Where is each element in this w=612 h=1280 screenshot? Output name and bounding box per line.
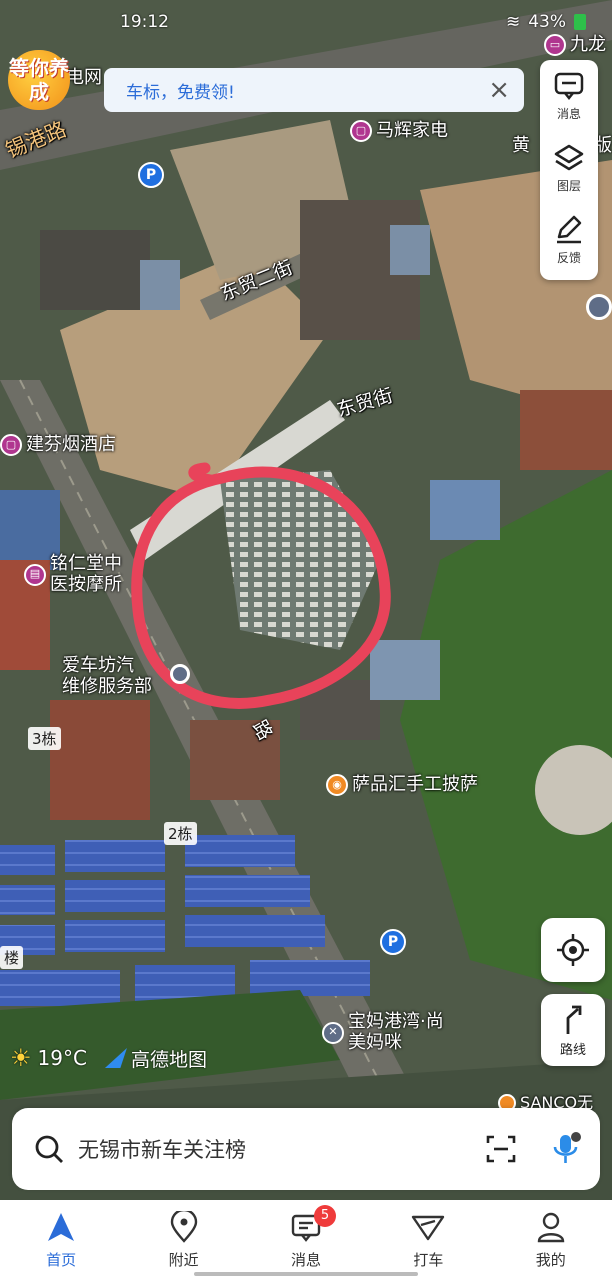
message-count-badge: 5	[313, 1204, 336, 1227]
taxi-icon	[412, 1215, 445, 1240]
poi-huang[interactable]: 黄	[512, 135, 530, 157]
sun-icon: ☀	[10, 1044, 32, 1072]
scan-icon[interactable]	[486, 1134, 516, 1164]
location-pin-icon	[170, 1210, 197, 1243]
massage-icon: ▤	[24, 563, 46, 586]
crosshair-icon	[557, 934, 589, 966]
nav-home-label: 首页	[46, 1250, 77, 1269]
message-icon	[554, 72, 584, 100]
amap-arrow-icon	[104, 1048, 127, 1068]
tool-layers-label: 图层	[556, 178, 581, 193]
poi-jianfen[interactable]: ▢ 建芬烟酒店	[0, 434, 116, 456]
layers-icon	[554, 144, 584, 170]
promo-badge[interactable]: 等你养成	[8, 50, 70, 110]
amap-brand: 高德地图	[130, 1048, 207, 1071]
poi-baoma[interactable]: ✕ 宝妈港湾·尚 美妈咪	[322, 1011, 444, 1053]
poi-sapinhui[interactable]: ◉ 萨品汇手工披萨	[326, 774, 478, 796]
feedback-icon	[557, 215, 582, 243]
weather-widget[interactable]: ☀ 19°C 高德地图	[10, 1044, 207, 1072]
building-tag-2: 2栋	[164, 822, 197, 845]
voice-mic-icon[interactable]	[550, 1131, 582, 1167]
navigation-arrow-icon	[48, 1212, 75, 1241]
nav-messages[interactable]: 5 消息	[256, 1204, 356, 1270]
wifi-icon: ≋	[505, 12, 521, 32]
route-button[interactable]: 路线	[541, 994, 605, 1066]
battery-percent: 43%	[528, 12, 566, 32]
search-icon	[35, 1135, 63, 1163]
search-bar[interactable]: 无锡市新车关注榜	[12, 1108, 600, 1190]
nav-taxi[interactable]: 打车	[378, 1211, 478, 1270]
nav-profile[interactable]: 我的	[501, 1211, 601, 1270]
temperature: 19°C	[37, 1046, 87, 1070]
battery-icon	[574, 14, 586, 30]
bottom-nav: 首页 附近 5 消息 打车 我的	[0, 1200, 612, 1280]
building-tag-edge: 楼	[0, 946, 24, 969]
tool-message-label: 消息	[556, 106, 581, 121]
status-bar: 19:12 ≋ 43%	[0, 0, 612, 44]
parking-icon[interactable]: P	[380, 929, 406, 955]
location-pin-icon[interactable]	[586, 294, 612, 320]
amap-logo: 高德地图	[104, 1045, 207, 1072]
tool-feedback-button[interactable]: 反馈	[540, 204, 598, 276]
tool-layers-button[interactable]: 图层	[540, 132, 598, 204]
nav-nearby[interactable]: 附近	[134, 1210, 234, 1270]
home-indicator	[194, 1272, 418, 1276]
tool-feedback-label: 反馈	[556, 250, 581, 265]
nav-home[interactable]: 首页	[11, 1211, 111, 1270]
banner-text: 车标，免费领!	[126, 82, 235, 103]
tools-icon: ✕	[322, 1021, 344, 1044]
map-view[interactable]: 锡港路 东贸二街 东贸街 路 ▭ 九龙 电网 ▢ 马辉家电 黄 版 ▢ 建芬烟酒…	[0, 0, 612, 1200]
search-input[interactable]: 无锡市新车关注榜	[78, 1134, 486, 1164]
shop-icon: ▢	[0, 434, 22, 456]
satellite-imagery	[0, 0, 612, 1200]
tool-message-button[interactable]: 消息	[540, 60, 598, 132]
location-pin-icon[interactable]	[170, 664, 190, 684]
promo-banner[interactable]: 车标，免费领! ×	[104, 68, 524, 112]
nav-taxi-label: 打车	[413, 1250, 444, 1269]
poi-mahui[interactable]: ▢ 马辉家电	[350, 120, 448, 142]
status-time: 19:12	[120, 12, 169, 32]
route-arrow-icon	[566, 1005, 582, 1034]
parking-icon[interactable]: P	[138, 162, 164, 188]
close-icon[interactable]: ×	[488, 77, 510, 103]
map-tool-panel: 消息 图层 反馈	[540, 60, 598, 280]
nav-nearby-label: 附近	[168, 1250, 199, 1269]
shop-icon: ▢	[350, 120, 372, 142]
poi-aichefang[interactable]: 爱车坊汽 维修服务部	[62, 655, 152, 697]
nav-profile-label: 我的	[535, 1250, 566, 1269]
building-tag-3: 3栋	[28, 727, 61, 750]
poi-dianwang[interactable]: 电网	[66, 67, 102, 89]
poi-mingren[interactable]: ▤ 铭仁堂中 医按摩所	[24, 553, 122, 595]
route-label: 路线	[559, 1042, 586, 1058]
locate-button[interactable]	[541, 918, 605, 982]
nav-messages-label: 消息	[290, 1250, 321, 1269]
user-icon	[537, 1212, 564, 1242]
restaurant-icon: ◉	[326, 774, 348, 796]
